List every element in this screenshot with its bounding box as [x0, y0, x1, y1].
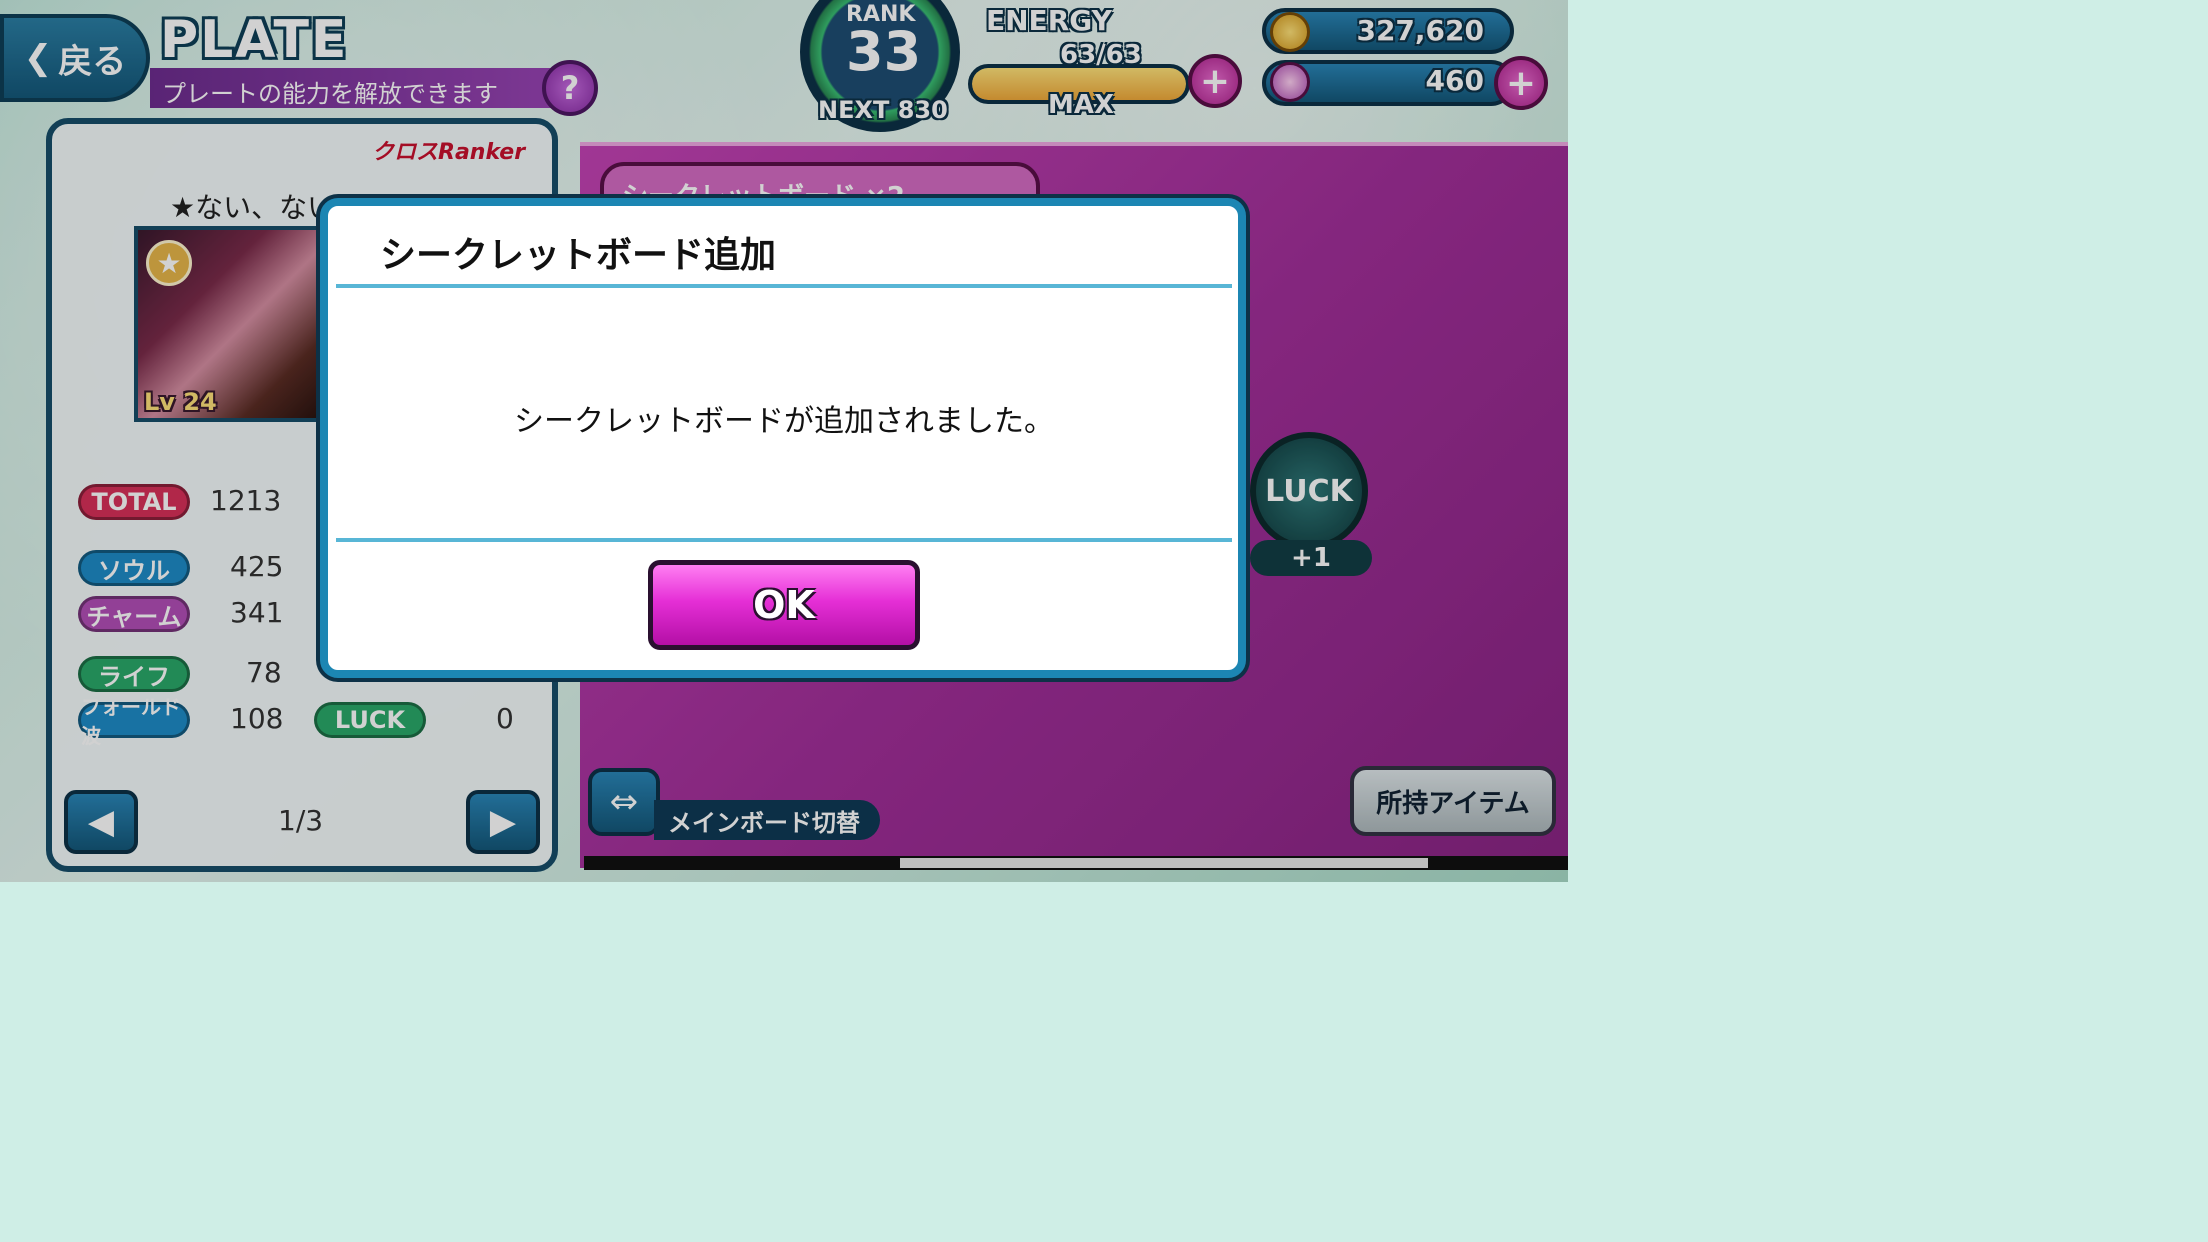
- dialog-divider-top: [336, 284, 1232, 288]
- dialog-title: シークレットボード追加: [380, 235, 777, 276]
- dialog-divider-bottom: [336, 538, 1232, 542]
- ok-button[interactable]: OK: [648, 560, 920, 650]
- dialog-message: シークレットボードが追加されました。: [514, 404, 1054, 439]
